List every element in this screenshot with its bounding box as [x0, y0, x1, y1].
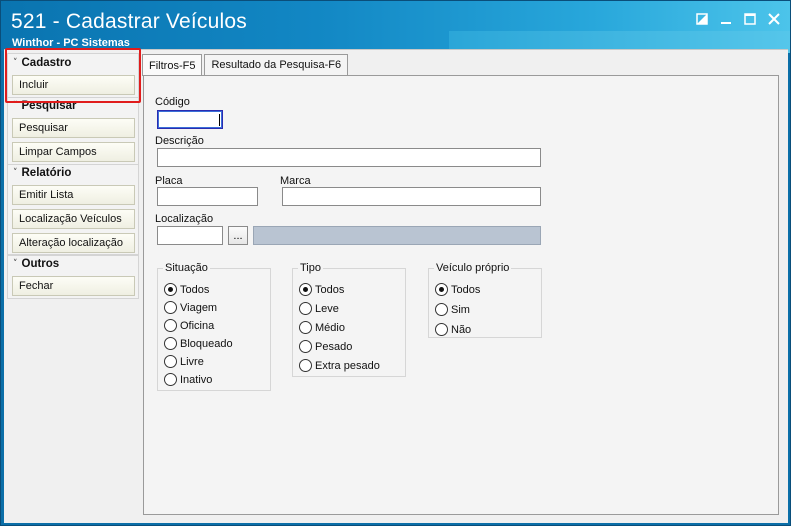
limpar-campos-button[interactable]: Limpar Campos — [12, 142, 135, 162]
marca-label: Marca — [280, 175, 311, 187]
tab-filtros[interactable]: Filtros-F5 — [142, 54, 203, 76]
tipo-extra-pesado-radio[interactable]: Extra pesado — [299, 359, 380, 372]
veiculo-proprio-legend: Veículo próprio — [434, 262, 512, 274]
localizacao-input[interactable] — [157, 226, 223, 245]
radio-icon — [164, 337, 177, 350]
localizacao-description-field — [253, 226, 541, 245]
radio-icon — [164, 355, 177, 368]
maximize-icon[interactable] — [742, 11, 758, 27]
radio-selected-icon — [164, 283, 177, 296]
placa-input[interactable] — [157, 187, 258, 206]
tipo-leve-radio[interactable]: Leve — [299, 302, 339, 315]
situacao-todos-radio[interactable]: Todos — [164, 283, 209, 296]
restore-icon[interactable] — [694, 11, 710, 27]
radio-icon — [164, 319, 177, 332]
radio-icon — [299, 302, 312, 315]
minimize-icon[interactable] — [718, 11, 734, 27]
chevron-down-icon: ˅ — [13, 168, 18, 178]
codigo-input[interactable] — [157, 110, 223, 129]
radio-selected-icon — [299, 283, 312, 296]
app-window: 521 - Cadastrar Veículos Winthor - PC Si… — [0, 0, 791, 526]
radio-icon — [435, 303, 448, 316]
codigo-label: Código — [155, 96, 190, 108]
situacao-inativo-radio[interactable]: Inativo — [164, 373, 212, 386]
radio-icon — [164, 301, 177, 314]
group-header-relatorio[interactable]: ˅ Relatório — [7, 164, 71, 182]
situacao-legend: Situação — [163, 262, 210, 274]
close-icon[interactable] — [766, 11, 782, 27]
veiculo-proprio-nao-radio[interactable]: Não — [435, 323, 471, 336]
descricao-input[interactable] — [157, 148, 541, 167]
radio-icon — [164, 373, 177, 386]
alteracao-localizacao-button[interactable]: Alteração localização — [12, 233, 135, 253]
situacao-viagem-radio[interactable]: Viagem — [164, 301, 217, 314]
tipo-group: Tipo Todos Leve Médio Pesado Extra pesad… — [292, 262, 406, 377]
situacao-oficina-radio[interactable]: Oficina — [164, 319, 214, 332]
radio-icon — [299, 359, 312, 372]
highlight-box — [5, 48, 141, 103]
tipo-pesado-radio[interactable]: Pesado — [299, 340, 352, 353]
window-controls — [694, 11, 782, 27]
localizacao-lookup-button[interactable]: ... — [228, 226, 248, 245]
title-bar: 521 - Cadastrar Veículos Winthor - PC Si… — [1, 1, 790, 53]
radio-selected-icon — [435, 283, 448, 296]
radio-icon — [435, 323, 448, 336]
situacao-bloqueado-radio[interactable]: Bloqueado — [164, 337, 233, 350]
situacao-livre-radio[interactable]: Livre — [164, 355, 204, 368]
situacao-group: Situação Todos Viagem Oficina Bloqueado … — [157, 262, 271, 391]
localizacao-veiculos-button[interactable]: Localização Veículos — [12, 209, 135, 229]
filters-panel: Código Descrição Placa Marca Localização… — [143, 75, 779, 515]
tipo-legend: Tipo — [298, 262, 323, 274]
fechar-button[interactable]: Fechar — [12, 276, 135, 296]
radio-icon — [299, 321, 312, 334]
localizacao-label: Localização — [155, 213, 214, 225]
tipo-medio-radio[interactable]: Médio — [299, 321, 345, 334]
radio-icon — [299, 340, 312, 353]
tab-bar: Filtros-F5 Resultado da Pesquisa-F6 — [142, 54, 349, 76]
descricao-label: Descrição — [155, 135, 204, 147]
veiculo-proprio-todos-radio[interactable]: Todos — [435, 283, 480, 296]
window-title: 521 - Cadastrar Veículos — [11, 10, 247, 33]
veiculo-proprio-sim-radio[interactable]: Sim — [435, 303, 470, 316]
veiculo-proprio-group: Veículo próprio Todos Sim Não — [428, 262, 542, 338]
pesquisar-button[interactable]: Pesquisar — [12, 118, 135, 138]
marca-input[interactable] — [282, 187, 541, 206]
tab-resultado-pesquisa[interactable]: Resultado da Pesquisa-F6 — [204, 54, 349, 75]
placa-label: Placa — [155, 175, 183, 187]
chevron-down-icon: ˅ — [13, 259, 18, 269]
tipo-todos-radio[interactable]: Todos — [299, 283, 344, 296]
emitir-lista-button[interactable]: Emitir Lista — [12, 185, 135, 205]
group-header-outros[interactable]: ˅ Outros — [7, 255, 59, 273]
